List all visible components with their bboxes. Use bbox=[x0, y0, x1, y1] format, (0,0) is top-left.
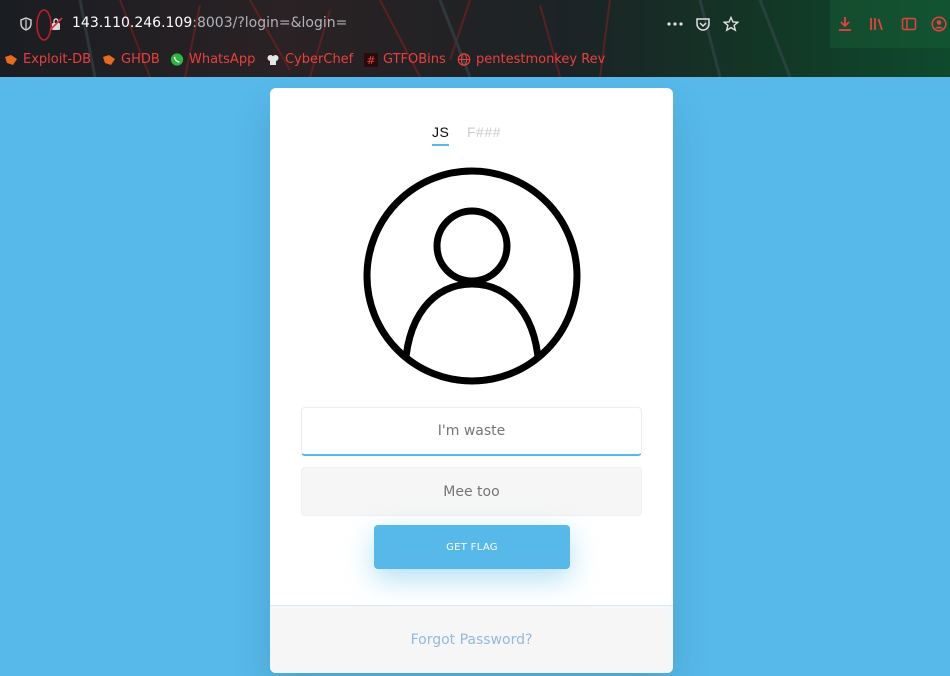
browser-chrome: 143.110.246.109:8003/?login=&login= Expl… bbox=[0, 0, 950, 77]
star-icon[interactable] bbox=[722, 15, 740, 33]
whatsapp-icon bbox=[170, 53, 184, 67]
bookmark-label: Exploit-DB bbox=[23, 52, 92, 67]
bookmark-label: CyberChef bbox=[285, 52, 354, 67]
forgot-password-link[interactable]: Forgot Password? bbox=[411, 632, 533, 648]
cyberchef-icon bbox=[266, 53, 280, 67]
more-icon[interactable] bbox=[666, 15, 684, 33]
bookmark-whatsapp[interactable]: WhatsApp bbox=[170, 52, 255, 67]
login-card: JS F### GET FLAG Forgot Password? bbox=[270, 88, 673, 673]
bookmark-cyberchef[interactable]: CyberChef bbox=[266, 52, 353, 67]
bookmark-exploit-db[interactable]: Exploit-DB bbox=[4, 52, 91, 67]
gtfobins-icon: # bbox=[364, 52, 378, 67]
user-avatar-icon bbox=[363, 167, 581, 385]
username-input[interactable] bbox=[301, 407, 642, 456]
bookmark-gtfobins[interactable]: # GTFOBins bbox=[364, 52, 446, 67]
tab-f[interactable]: F### bbox=[467, 124, 501, 144]
account-icon[interactable] bbox=[930, 15, 948, 33]
bookmarks-toolbar: Exploit-DB GHDB WhatsApp CyberChef # GTF… bbox=[0, 50, 950, 72]
svg-text:#: # bbox=[366, 54, 375, 67]
bookmark-label: pentestmonkey Rev bbox=[476, 52, 606, 67]
insecure-lock-icon[interactable] bbox=[47, 15, 65, 33]
library-icon[interactable] bbox=[868, 15, 886, 33]
url-host: 143.110.246.109 bbox=[72, 15, 193, 31]
bookmark-label: GTFOBins bbox=[383, 52, 446, 67]
sidebar-icon[interactable] bbox=[900, 15, 918, 33]
pocket-icon[interactable] bbox=[694, 15, 712, 33]
bookmark-pentestmonkey[interactable]: pentestmonkey Rev bbox=[457, 52, 605, 67]
ghdb-icon bbox=[102, 53, 116, 67]
url-text[interactable]: 143.110.246.109:8003/?login=&login= bbox=[72, 15, 347, 31]
login-tabs: JS F### bbox=[270, 124, 673, 148]
bookmark-ghdb[interactable]: GHDB bbox=[102, 52, 160, 67]
bookmark-label: GHDB bbox=[121, 52, 160, 67]
url-path: :8003/?login=&login= bbox=[192, 15, 348, 31]
url-bar[interactable]: 143.110.246.109:8003/?login=&login= bbox=[0, 0, 950, 48]
tab-js[interactable]: JS bbox=[432, 124, 450, 146]
exploitdb-icon bbox=[4, 53, 18, 67]
password-input[interactable] bbox=[301, 467, 642, 516]
globe-icon bbox=[457, 53, 471, 67]
card-footer: Forgot Password? bbox=[270, 605, 673, 673]
download-icon[interactable] bbox=[836, 15, 854, 33]
bookmark-label: WhatsApp bbox=[189, 52, 256, 67]
shield-icon[interactable] bbox=[17, 15, 35, 33]
get-flag-button[interactable]: GET FLAG bbox=[374, 525, 570, 569]
